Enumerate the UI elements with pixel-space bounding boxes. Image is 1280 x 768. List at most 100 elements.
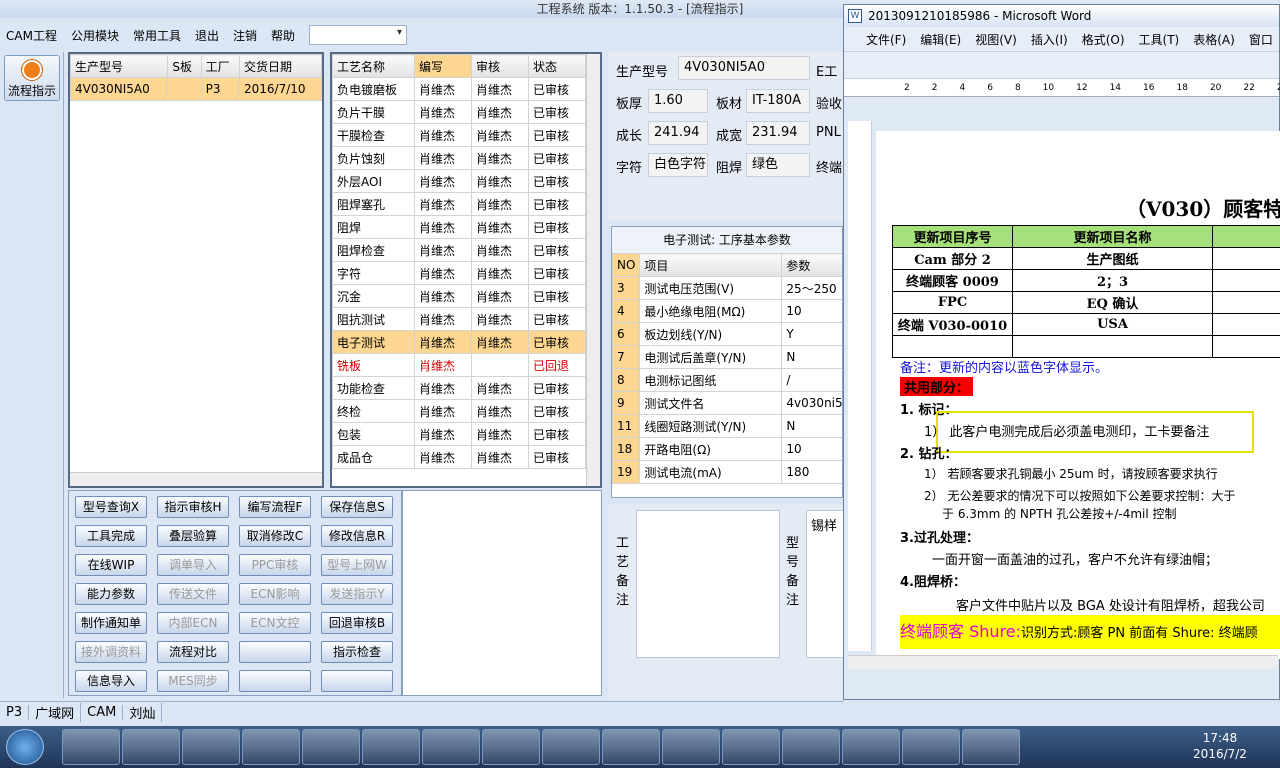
width-field[interactable]: 231.94 <box>746 121 810 145</box>
vertical-scrollbar[interactable] <box>586 54 600 486</box>
col-process[interactable]: 工艺名称 <box>332 54 415 78</box>
menu-tools[interactable]: 常用工具 <box>133 27 181 44</box>
function-button[interactable]: 制作通知单 <box>75 612 147 634</box>
word-menu-item[interactable]: 视图(V) <box>975 31 1017 48</box>
function-button[interactable]: 保存信息S <box>321 496 393 518</box>
menu-exit[interactable]: 退出 <box>195 27 219 44</box>
table-row[interactable]: 成品仓 肖维杰 肖维杰 已审核 <box>332 445 586 469</box>
taskbar-app-icon[interactable] <box>122 729 180 765</box>
material-field[interactable]: IT-180A <box>746 89 810 113</box>
taskbar-app-icon[interactable] <box>62 729 120 765</box>
function-button[interactable]: 能力参数 <box>75 583 147 605</box>
clock[interactable]: 17:48 2016/7/2 <box>1170 730 1270 762</box>
length-field[interactable]: 241.94 <box>648 121 708 145</box>
menu-help[interactable]: 帮助 <box>271 27 295 44</box>
function-button[interactable]: 调单导入 <box>157 554 229 576</box>
table-row[interactable]: 干膜检查 肖维杰 肖维杰 已审核 <box>332 123 586 147</box>
status-factory[interactable]: P3 <box>0 705 30 720</box>
function-button[interactable]: ECN文控 <box>239 612 311 634</box>
word-menu-item[interactable]: 文件(F) <box>866 31 906 48</box>
function-button[interactable]: 指示审核H <box>157 496 229 518</box>
function-button[interactable] <box>239 670 311 692</box>
toolbar-combo[interactable] <box>309 25 408 45</box>
function-button[interactable]: 编写流程F <box>239 496 311 518</box>
taskbar-app-icon[interactable] <box>662 729 720 765</box>
col-item[interactable]: 项目 <box>639 253 783 277</box>
col-delivery[interactable]: 交货日期 <box>238 54 323 78</box>
function-button[interactable]: MES同步 <box>157 670 229 692</box>
model-note-input[interactable]: 锡样 <box>806 510 846 658</box>
table-row[interactable]: 终检 肖维杰 肖维杰 已审核 <box>332 399 586 423</box>
function-button[interactable] <box>321 670 393 692</box>
col-status[interactable]: 状态 <box>528 54 586 78</box>
table-row[interactable]: 铣板 肖维杰 已回退 <box>332 353 586 377</box>
function-button[interactable]: 型号上网W <box>321 554 393 576</box>
menu-logout[interactable]: 注销 <box>233 27 257 44</box>
table-row[interactable]: 阻焊检查 肖维杰 肖维杰 已审核 <box>332 238 586 262</box>
table-row[interactable]: 18 开路电阻(Ω) 10 <box>612 437 842 461</box>
word-menu-item[interactable]: 窗口 <box>1249 31 1273 48</box>
table-row[interactable]: 负电镀磨板 肖维杰 肖维杰 已审核 <box>332 77 586 101</box>
col-reviewer[interactable]: 审核 <box>471 54 529 78</box>
taskbar-app-icon[interactable] <box>962 729 1020 765</box>
table-row[interactable]: 负片干膜 肖维杰 肖维杰 已审核 <box>332 100 586 124</box>
char-field[interactable]: 白色字符 <box>648 153 708 177</box>
table-row[interactable]: 8 电测标记图纸 / <box>612 368 842 392</box>
table-row[interactable]: 4V030NI5A0 P3 2016/7/10 <box>69 77 323 101</box>
function-button[interactable]: 发送指示Y <box>321 583 393 605</box>
word-hscroll[interactable] <box>848 655 1278 669</box>
table-row[interactable]: 阻焊塞孔 肖维杰 肖维杰 已审核 <box>332 192 586 216</box>
taskbar-app-icon[interactable] <box>422 729 480 765</box>
taskbar-app-icon[interactable] <box>902 729 960 765</box>
start-button[interactable] <box>6 729 44 765</box>
table-row[interactable]: 19 测试电流(mA) 180 <box>612 460 842 484</box>
table-row[interactable]: 3 测试电压范围(V) 25～250 <box>612 276 842 300</box>
table-row[interactable]: 功能检查 肖维杰 肖维杰 已审核 <box>332 376 586 400</box>
taskbar-app-icon[interactable] <box>602 729 660 765</box>
function-button[interactable]: 信息导入 <box>75 670 147 692</box>
col-writer[interactable]: 编写 <box>414 54 472 78</box>
model-field[interactable]: 4V030NI5A0 <box>678 56 810 80</box>
thickness-field[interactable]: 1.60 <box>648 89 708 113</box>
function-button[interactable]: 取消修改C <box>239 525 311 547</box>
taskbar-app-icon[interactable] <box>722 729 780 765</box>
function-button[interactable]: ECN影响 <box>239 583 311 605</box>
taskbar-app-icon[interactable] <box>362 729 420 765</box>
function-button[interactable]: 接外调资料 <box>75 641 147 663</box>
table-row[interactable]: 7 电测试后盖章(Y/N) N <box>612 345 842 369</box>
taskbar-app-icon[interactable] <box>242 729 300 765</box>
word-menu-item[interactable]: 表格(A) <box>1193 31 1235 48</box>
taskbar-app-icon[interactable] <box>482 729 540 765</box>
menu-cam[interactable]: CAM工程 <box>6 27 57 44</box>
word-menu-item[interactable]: 编辑(E) <box>920 31 961 48</box>
taskbar-app-icon[interactable] <box>782 729 840 765</box>
function-button[interactable]: 内部ECN <box>157 612 229 634</box>
function-button[interactable]: 在线WIP <box>75 554 147 576</box>
word-menu-item[interactable]: 插入(I) <box>1031 31 1068 48</box>
function-button[interactable]: 传送文件 <box>157 583 229 605</box>
taskbar-app-icon[interactable] <box>182 729 240 765</box>
function-button[interactable]: 工具完成 <box>75 525 147 547</box>
word-menu-item[interactable]: 格式(O) <box>1082 31 1125 48</box>
function-button[interactable]: 回退审核B <box>321 612 393 634</box>
table-row[interactable]: 6 板边划线(Y/N) Y <box>612 322 842 346</box>
table-row[interactable]: 外层AOI 肖维杰 肖维杰 已审核 <box>332 169 586 193</box>
col-param[interactable]: 参数 <box>781 253 842 277</box>
col-model[interactable]: 生产型号 <box>69 54 169 78</box>
table-row[interactable]: 4 最小绝缘电阻(MΩ) 10 <box>612 299 842 323</box>
function-button[interactable]: 叠层验算 <box>157 525 229 547</box>
taskbar-app-icon[interactable] <box>842 729 900 765</box>
function-button[interactable]: 修改信息R <box>321 525 393 547</box>
table-row[interactable]: 包装 肖维杰 肖维杰 已审核 <box>332 422 586 446</box>
menu-public[interactable]: 公用模块 <box>71 27 119 44</box>
table-row[interactable]: 字符 肖维杰 肖维杰 已审核 <box>332 261 586 285</box>
word-menu-item[interactable]: 工具(T) <box>1139 31 1180 48</box>
table-row[interactable]: 阻抗测试 肖维杰 肖维杰 已审核 <box>332 307 586 331</box>
function-button[interactable]: 流程对比 <box>157 641 229 663</box>
function-button[interactable]: PPC审核 <box>239 554 311 576</box>
table-row[interactable]: 电子测试 肖维杰 肖维杰 已审核 <box>332 330 586 354</box>
horizontal-scrollbar[interactable] <box>70 472 322 486</box>
taskbar-app-icon[interactable] <box>302 729 360 765</box>
taskbar-app-icon[interactable] <box>542 729 600 765</box>
col-factory[interactable]: 工厂 <box>200 54 240 78</box>
